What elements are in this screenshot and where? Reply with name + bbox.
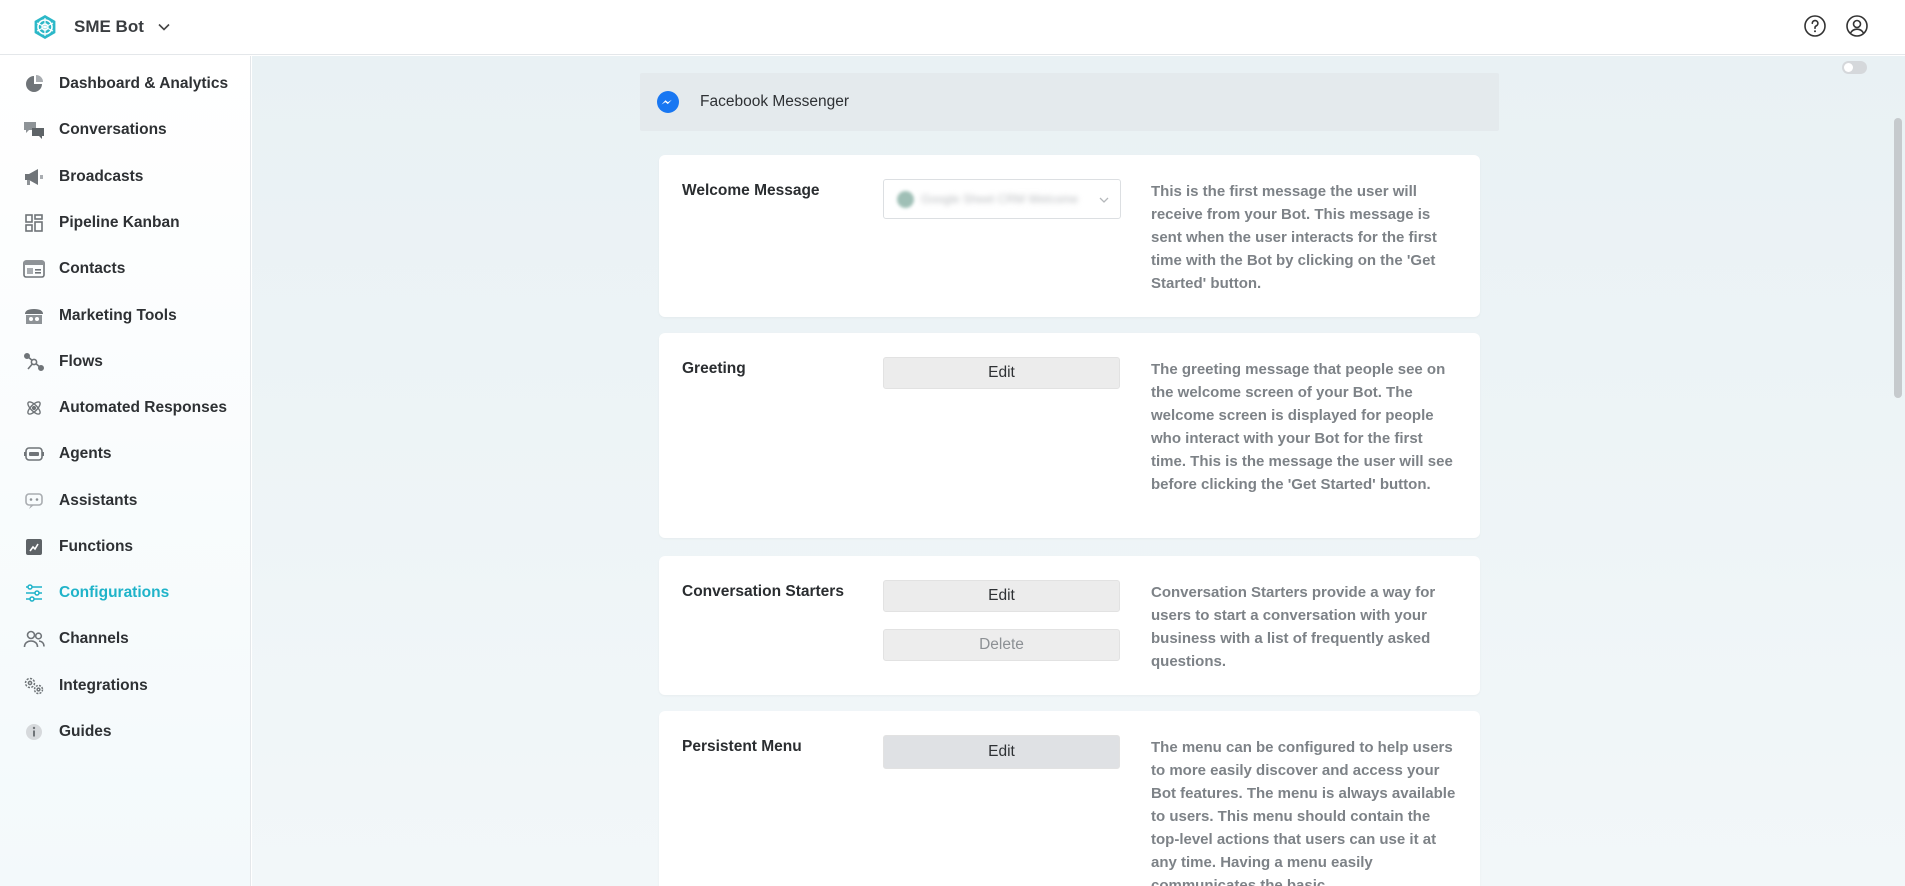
- top-bar: SME Bot: [0, 0, 1905, 55]
- welcome-message-card: Welcome Message Google Sheet CRM Welcome…: [659, 155, 1480, 317]
- kanban-icon: [23, 212, 45, 234]
- channel-header: Facebook Messenger: [640, 73, 1499, 131]
- section-title: Persistent Menu: [682, 738, 802, 755]
- channel-toggle[interactable]: [1842, 61, 1867, 74]
- sidebar-item-label: Flows: [59, 353, 103, 370]
- users-icon: [23, 628, 45, 650]
- sidebar-item-label: Assistants: [59, 492, 138, 509]
- atom-icon: [23, 397, 45, 419]
- starters-delete-button[interactable]: Delete: [883, 629, 1120, 661]
- welcome-message-value: Google Sheet CRM Welcome: [921, 192, 1079, 206]
- sidebar-item-label: Marketing Tools: [59, 307, 177, 324]
- section-description: This is the first message the user will …: [1151, 183, 1437, 292]
- section-title: Conversation Starters: [682, 583, 844, 600]
- section-title: Welcome Message: [682, 182, 820, 199]
- section-description: The menu can be configured to help users…: [1151, 739, 1456, 886]
- sidebar-item-label: Functions: [59, 538, 134, 555]
- messenger-icon: [656, 90, 680, 114]
- info-icon: [23, 721, 45, 743]
- sidebar-item-channels[interactable]: Channels: [0, 619, 250, 659]
- sidebar-item-label: Contacts: [59, 260, 126, 277]
- sidebar-item-label: Broadcasts: [59, 168, 144, 185]
- greeting-edit-button[interactable]: Edit: [883, 357, 1120, 389]
- chat-bubbles-icon: [23, 119, 45, 141]
- bot-selector[interactable]: SME Bot: [32, 14, 171, 40]
- function-icon: [23, 536, 45, 558]
- sidebar-item-label: Conversations: [59, 121, 167, 138]
- sidebar-item-integrations[interactable]: Integrations: [0, 666, 250, 706]
- persistent-menu-card: Persistent Menu Edit The menu can be con…: [659, 711, 1480, 886]
- sidebar-item-label: Channels: [59, 630, 129, 647]
- sidebar-item-guides[interactable]: Guides: [0, 712, 250, 752]
- flow-avatar: [897, 190, 914, 208]
- starters-edit-button[interactable]: Edit: [883, 580, 1120, 612]
- chevron-down-icon[interactable]: [157, 20, 171, 34]
- main-content: Facebook Messenger Welcome Message Googl…: [252, 56, 1905, 886]
- sidebar-item-label: Agents: [59, 445, 112, 462]
- sidebar-item-label: Configurations: [59, 584, 170, 601]
- sidebar-item-broadcasts[interactable]: Broadcasts: [0, 157, 250, 197]
- help-icon[interactable]: [1803, 14, 1827, 38]
- sidebar-item-agents[interactable]: Agents: [0, 434, 250, 474]
- sidebar-item-pipeline-kanban[interactable]: Pipeline Kanban: [0, 203, 250, 243]
- menu-edit-button[interactable]: Edit: [883, 735, 1120, 769]
- sidebar-item-configurations[interactable]: Configurations: [0, 573, 250, 613]
- robot-icon: [23, 443, 45, 465]
- gears-icon: [23, 675, 45, 697]
- chevron-down-icon: [1098, 193, 1110, 205]
- sliders-icon: [23, 582, 45, 604]
- flow-icon: [23, 351, 45, 373]
- megaphone-icon: [23, 166, 45, 188]
- bot-name: SME Bot: [74, 17, 144, 36]
- sidebar-item-conversations[interactable]: Conversations: [0, 110, 250, 150]
- sidebar-item-label: Guides: [59, 723, 112, 740]
- assistant-icon: [23, 490, 45, 512]
- welcome-message-select[interactable]: Google Sheet CRM Welcome: [883, 179, 1121, 219]
- sidebar-item-label: Integrations: [59, 677, 148, 694]
- greeting-card: Greeting Edit The greeting message that …: [659, 333, 1480, 538]
- sidebar-item-automated-responses[interactable]: Automated Responses: [0, 388, 250, 428]
- conversation-starters-card: Conversation Starters Edit Delete Conver…: [659, 556, 1480, 695]
- scrollbar[interactable]: [1894, 118, 1902, 398]
- sidebar: Dashboard & Analytics Conversations Broa…: [0, 56, 251, 886]
- sidebar-item-functions[interactable]: Functions: [0, 527, 250, 567]
- sidebar-item-label: Dashboard & Analytics: [59, 75, 229, 92]
- sidebar-item-label: Automated Responses: [59, 399, 227, 416]
- sidebar-item-marketing-tools[interactable]: Marketing Tools: [0, 296, 250, 336]
- section-description: Conversation Starters provide a way for …: [1151, 584, 1436, 670]
- bot-logo-icon: [32, 14, 58, 40]
- sidebar-item-assistants[interactable]: Assistants: [0, 481, 250, 521]
- sidebar-item-label: Pipeline Kanban: [59, 214, 180, 231]
- channel-title: Facebook Messenger: [700, 93, 850, 110]
- contact-card-icon: [23, 258, 45, 280]
- store-icon: [23, 305, 45, 327]
- sidebar-item-flows[interactable]: Flows: [0, 342, 250, 382]
- account-icon[interactable]: [1845, 14, 1869, 38]
- section-description: The greeting message that people see on …: [1151, 361, 1453, 493]
- section-title: Greeting: [682, 360, 746, 377]
- sidebar-item-dashboard-analytics[interactable]: Dashboard & Analytics: [0, 64, 250, 104]
- sidebar-item-contacts[interactable]: Contacts: [0, 249, 250, 289]
- pie-chart-icon: [23, 73, 45, 95]
